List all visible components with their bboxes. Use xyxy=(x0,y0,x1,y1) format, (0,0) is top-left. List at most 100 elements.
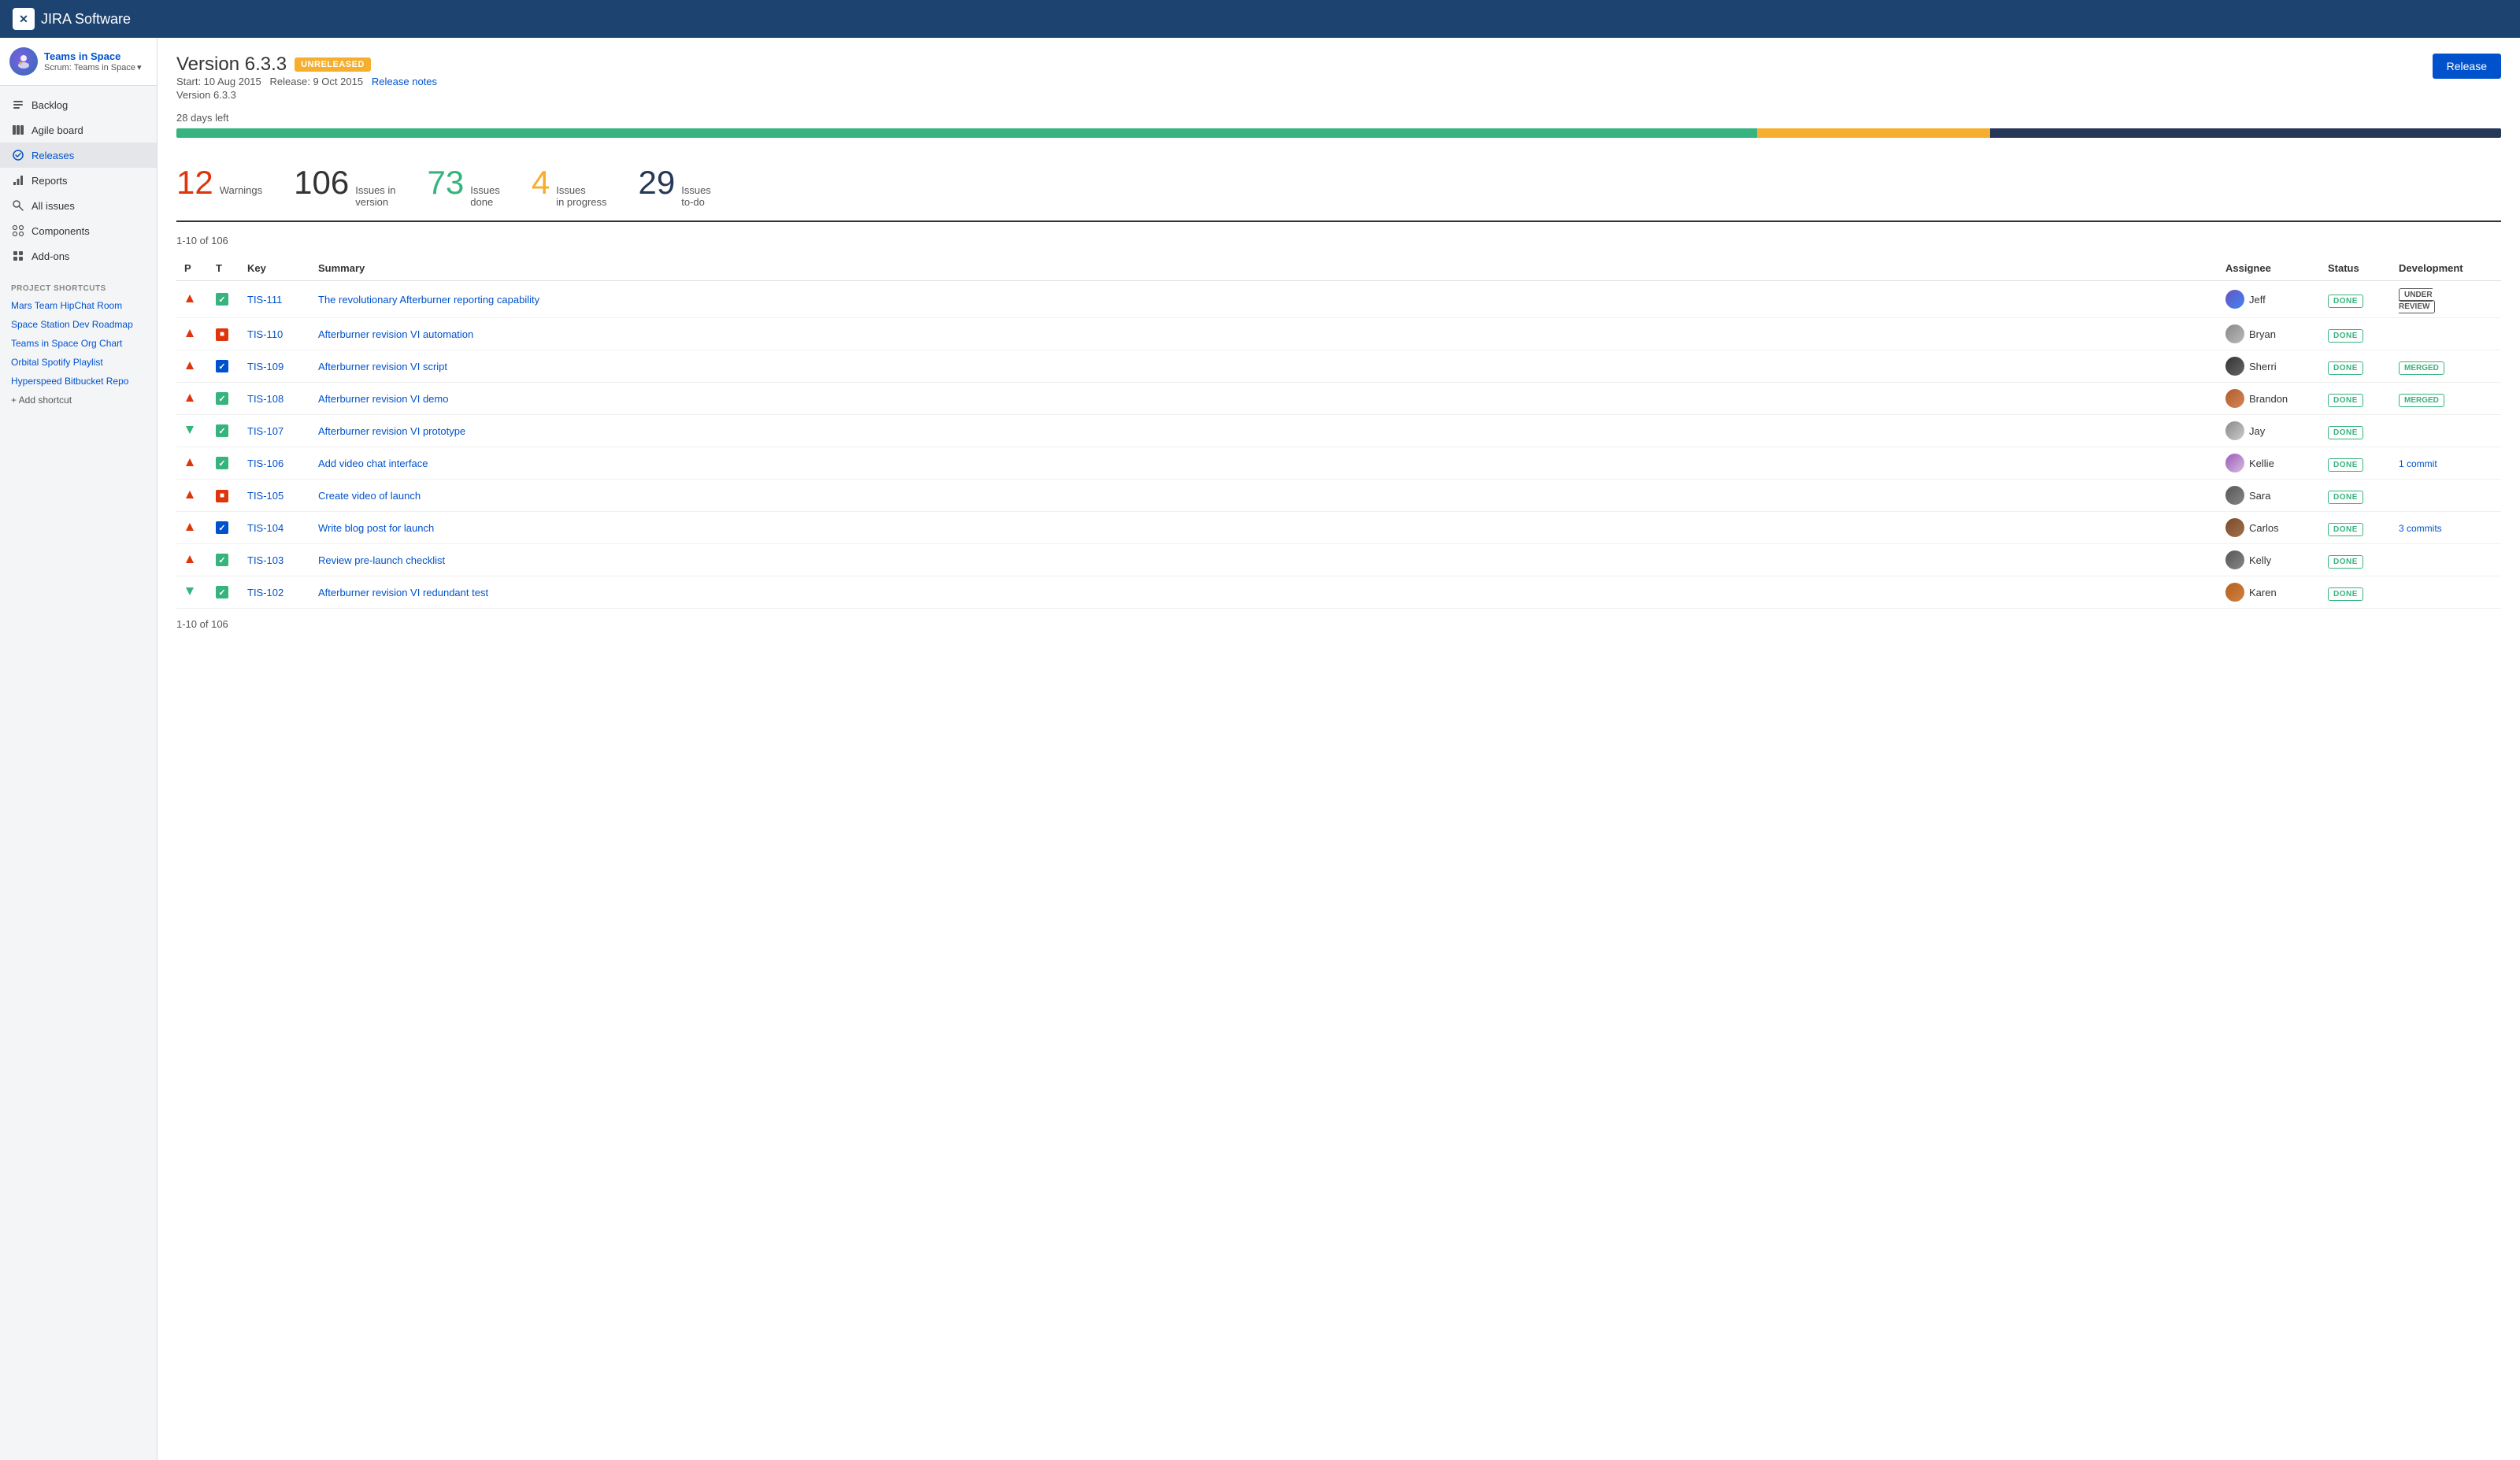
table-row: ✓TIS-109Afterburner revision VI script Sh… xyxy=(176,350,2501,383)
shortcut-space-station[interactable]: Space Station Dev Roadmap xyxy=(0,315,157,334)
summary-cell[interactable]: Create video of launch xyxy=(310,480,2218,512)
sidebar-item-all-issues[interactable]: All issues xyxy=(0,193,157,218)
sidebar-item-agile-board[interactable]: Agile board xyxy=(0,117,157,143)
type-cell: ✓ xyxy=(208,281,239,318)
key-cell[interactable]: TIS-105 xyxy=(239,480,310,512)
assignee-name: Bryan xyxy=(2249,328,2276,340)
status-cell: DONE xyxy=(2320,350,2391,383)
releases-icon xyxy=(11,148,25,162)
key-cell[interactable]: TIS-111 xyxy=(239,281,310,318)
pagination-top: 1-10 of 106 xyxy=(176,235,2501,246)
dev-badge: MERGED xyxy=(2399,394,2444,407)
project-sub: Scrum: Teams in Space ▾ xyxy=(44,62,142,72)
key-cell[interactable]: TIS-102 xyxy=(239,576,310,609)
sidebar-item-add-ons[interactable]: Add-ons xyxy=(0,243,157,269)
priority-low-icon xyxy=(184,426,195,438)
assignee-cell: Carlos xyxy=(2218,512,2320,544)
priority-cell xyxy=(176,415,208,447)
project-info: Teams in Space Scrum: Teams in Space ▾ xyxy=(44,50,142,72)
priority-high-icon xyxy=(184,458,195,470)
key-cell[interactable]: TIS-107 xyxy=(239,415,310,447)
dev-badge: MERGED xyxy=(2399,361,2444,375)
type-icon-bug: ■ xyxy=(216,490,228,502)
type-cell: ✓ xyxy=(208,350,239,383)
avatar xyxy=(2225,357,2244,376)
summary-cell[interactable]: Write blog post for launch xyxy=(310,512,2218,544)
key-cell[interactable]: TIS-109 xyxy=(239,350,310,383)
assignee-cell: Sherri xyxy=(2218,350,2320,383)
release-notes-link[interactable]: Release notes xyxy=(372,76,437,87)
summary-cell[interactable]: Afterburner revision VI demo xyxy=(310,383,2218,415)
shortcut-teams-org-chart[interactable]: Teams in Space Org Chart xyxy=(0,334,157,353)
sidebar-item-releases[interactable]: Releases xyxy=(0,143,157,168)
shortcut-hyperspeed-bitbucket[interactable]: Hyperspeed Bitbucket Repo xyxy=(0,372,157,391)
components-label: Components xyxy=(32,225,90,237)
shortcut-orbital-spotify[interactable]: Orbital Spotify Playlist xyxy=(0,353,157,372)
summary-cell[interactable]: Afterburner revision VI script xyxy=(310,350,2218,383)
priority-high-icon xyxy=(184,555,195,567)
summary-cell[interactable]: Add video chat interface xyxy=(310,447,2218,480)
reports-label: Reports xyxy=(32,175,68,187)
table-row: ✓TIS-111The revolutionary Afterburner re… xyxy=(176,281,2501,318)
sidebar-item-backlog[interactable]: Backlog xyxy=(0,92,157,117)
type-icon-story: ✓ xyxy=(216,554,228,566)
status-cell: DONE xyxy=(2320,544,2391,576)
summary-cell[interactable]: Review pre-launch checklist xyxy=(310,544,2218,576)
type-cell: ✓ xyxy=(208,415,239,447)
progress-done xyxy=(176,128,1757,138)
assignee-cell: Sara xyxy=(2218,480,2320,512)
assignee-name: Sara xyxy=(2249,490,2270,502)
issues-done-label: Issues done xyxy=(470,184,500,208)
project-header: Teams in Space Scrum: Teams in Space ▾ xyxy=(0,38,157,86)
dev-commits[interactable]: 1 commit xyxy=(2399,458,2437,469)
reports-icon xyxy=(11,173,25,187)
issues-inprogress-label: Issues in progress xyxy=(556,184,606,208)
summary-cell[interactable]: The revolutionary Afterburner reporting … xyxy=(310,281,2218,318)
type-cell: ✓ xyxy=(208,512,239,544)
development-cell: MERGED xyxy=(2391,383,2501,415)
summary-cell[interactable]: Afterburner revision VI prototype xyxy=(310,415,2218,447)
development-cell xyxy=(2391,318,2501,350)
warnings-number: 12 xyxy=(176,166,213,199)
type-icon-bug: ■ xyxy=(216,328,228,341)
key-cell[interactable]: TIS-110 xyxy=(239,318,310,350)
release-button[interactable]: Release xyxy=(2433,54,2501,79)
stat-issues-done: 73 Issues done xyxy=(428,166,500,208)
issues-done-number: 73 xyxy=(428,166,465,199)
priority-cell xyxy=(176,512,208,544)
type-cell: ■ xyxy=(208,480,239,512)
add-shortcut[interactable]: + Add shortcut xyxy=(0,391,157,409)
avatar xyxy=(2225,454,2244,472)
assignee-name: Carlos xyxy=(2249,522,2279,534)
type-cell: ✓ xyxy=(208,576,239,609)
status-cell: DONE xyxy=(2320,480,2391,512)
priority-high-icon xyxy=(184,394,195,406)
key-cell[interactable]: TIS-106 xyxy=(239,447,310,480)
key-cell[interactable]: TIS-103 xyxy=(239,544,310,576)
project-name[interactable]: Teams in Space xyxy=(44,50,142,62)
table-header: P T Key Summary Assignee Status Developm… xyxy=(176,256,2501,281)
shortcut-mars-hipchat[interactable]: Mars Team HipChat Room xyxy=(0,296,157,315)
pagination-bottom: 1-10 of 106 xyxy=(176,618,2501,630)
key-cell[interactable]: TIS-108 xyxy=(239,383,310,415)
sidebar-item-reports[interactable]: Reports xyxy=(0,168,157,193)
priority-high-icon xyxy=(184,361,195,373)
all-issues-icon xyxy=(11,198,25,213)
dev-commits[interactable]: 3 commits xyxy=(2399,523,2442,534)
development-cell xyxy=(2391,576,2501,609)
status-badge: DONE xyxy=(2328,458,2363,472)
col-priority: P xyxy=(176,256,208,281)
table-row: ■ TIS-105Create video of launch Sara DONE xyxy=(176,480,2501,512)
assignee-name: Sherri xyxy=(2249,361,2277,372)
progress-todo xyxy=(1990,128,2501,138)
sidebar-nav: Backlog Agile board xyxy=(0,86,157,275)
avatar xyxy=(2225,389,2244,408)
key-cell[interactable]: TIS-104 xyxy=(239,512,310,544)
main-content: Version 6.3.3 UNRELEASED Start: 10 Aug 2… xyxy=(158,38,2520,1460)
summary-cell[interactable]: Afterburner revision VI automation xyxy=(310,318,2218,350)
status-cell: DONE xyxy=(2320,318,2391,350)
summary-cell[interactable]: Afterburner revision VI redundant test xyxy=(310,576,2218,609)
version-sub: Version 6.3.3 xyxy=(176,89,437,101)
sidebar-item-components[interactable]: Components xyxy=(0,218,157,243)
stats-row: 12 Warnings 106 Issues in version 73 Iss… xyxy=(176,154,2501,222)
